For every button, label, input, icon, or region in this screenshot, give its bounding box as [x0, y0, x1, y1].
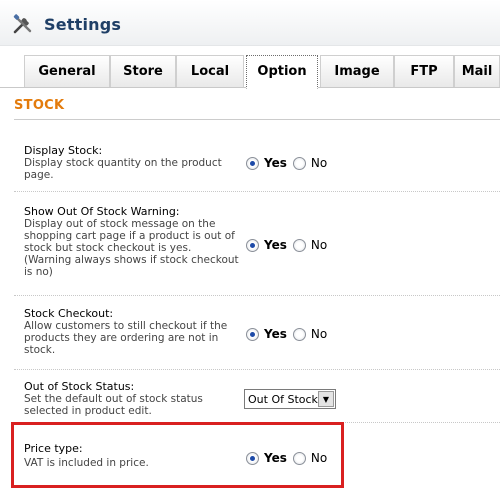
section-divider	[14, 119, 500, 120]
display-stock-yes-radio[interactable]	[246, 156, 259, 170]
tab-store[interactable]: Store	[110, 55, 176, 87]
setting-label: Display Stock:	[24, 144, 103, 157]
settings-header: Settings	[0, 0, 500, 46]
tab-bar: General Store Local Option Image FTP Mai…	[0, 55, 500, 89]
setting-row-display-stock: Display Stock: Display stock quantity on…	[14, 124, 500, 192]
display-stock-radio-group: Yes No	[246, 155, 333, 171]
stock-warning-no-radio[interactable]	[292, 238, 306, 252]
yes-label: Yes	[264, 327, 287, 341]
setting-label: Out of Stock Status:	[24, 380, 135, 393]
tab-mail[interactable]: Mail	[454, 55, 500, 87]
stock-checkout-no-radio[interactable]	[292, 327, 306, 341]
setting-row-stock-checkout: Stock Checkout: Allow customers to still…	[14, 297, 500, 370]
display-stock-no-radio[interactable]	[292, 156, 306, 170]
tools-icon	[13, 14, 32, 34]
setting-label: Stock Checkout:	[24, 307, 114, 320]
setting-row-out-of-stock-status: Out of Stock Status: Set the default out…	[14, 371, 500, 423]
dropdown-arrow-icon[interactable]: ▼	[318, 391, 334, 407]
select-value: Out Of Stock	[248, 392, 318, 406]
stock-checkout-radio-group: Yes No	[246, 326, 333, 342]
tab-option[interactable]: Option	[246, 55, 318, 89]
no-label: No	[310, 327, 328, 341]
yes-label: Yes	[264, 238, 287, 252]
setting-description: Set the default out of stock status sele…	[24, 393, 203, 417]
setting-description: Allow customers to still checkout if the…	[24, 320, 228, 356]
out-of-stock-status-select[interactable]: Out Of Stock ▼	[244, 389, 336, 409]
stock-warning-yes-radio[interactable]	[246, 238, 259, 252]
stock-checkout-yes-radio[interactable]	[246, 327, 259, 341]
tab-general[interactable]: General	[24, 55, 110, 87]
setting-description: Display stock quantity on the product pa…	[24, 157, 222, 181]
tab-ftp[interactable]: FTP	[394, 55, 454, 87]
section-title: STOCK	[14, 98, 65, 113]
no-label: No	[310, 156, 328, 170]
tab-local[interactable]: Local	[176, 55, 244, 87]
stock-warning-radio-group: Yes No	[246, 237, 333, 253]
highlight-box	[11, 422, 344, 488]
setting-row-out-of-stock-warning: Show Out Of Stock Warning: Display out o…	[14, 193, 500, 296]
yes-label: Yes	[264, 156, 287, 170]
no-label: No	[310, 238, 328, 252]
setting-description: Display out of stock message on the shop…	[24, 218, 239, 278]
tab-image[interactable]: Image	[320, 55, 394, 87]
setting-label: Show Out Of Stock Warning:	[24, 205, 180, 218]
page-title: Settings	[44, 15, 122, 34]
